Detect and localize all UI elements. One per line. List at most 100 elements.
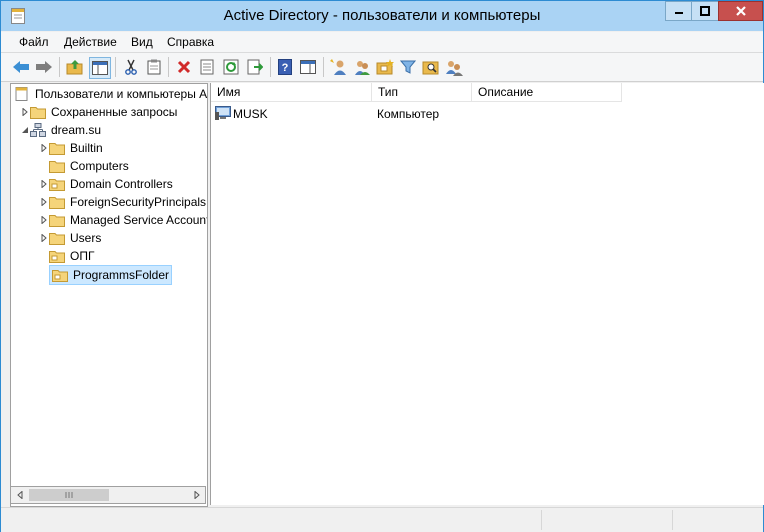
details-list[interactable]: Имя Тип Описание MUSK Компьютер (210, 83, 764, 505)
maximize-icon (700, 6, 710, 16)
scroll-right-icon (194, 491, 200, 499)
up-button[interactable] (65, 57, 85, 77)
forward-icon (36, 61, 52, 73)
copy-icon (147, 59, 161, 75)
tree-item-saved-queries[interactable]: Сохраненные запросы (20, 103, 177, 121)
tree-root[interactable]: Пользователи и компьютеры Active Directo… (14, 85, 208, 103)
tree-item-foreign-security-principals[interactable]: ForeignSecurityPrincipals (39, 193, 206, 211)
folder-icon (49, 233, 65, 245)
expand-icon[interactable] (39, 175, 49, 193)
cell-type: Компьютер (377, 107, 440, 121)
menu-action[interactable]: Действие (64, 35, 117, 49)
tree-item-domain[interactable]: dream.su (20, 121, 101, 139)
new-ou-button[interactable] (375, 57, 395, 77)
folder-icon (49, 215, 65, 227)
add-to-group-icon (446, 61, 463, 76)
show-console-tree-button[interactable] (89, 57, 111, 79)
domain-icon (30, 123, 46, 137)
list-row-musk[interactable]: MUSK Компьютер (211, 105, 764, 123)
new-user-button[interactable] (329, 57, 349, 77)
export-list-button[interactable] (245, 57, 265, 77)
status-pane-2 (672, 510, 763, 530)
cell-name: MUSK (233, 107, 268, 121)
menu-file[interactable]: Файл (19, 35, 49, 49)
column-header-description[interactable]: Описание (472, 83, 622, 102)
new-user-icon (330, 59, 346, 75)
scroll-thumb[interactable] (29, 489, 109, 501)
maximize-button[interactable] (691, 1, 719, 21)
folder-icon (49, 143, 65, 155)
tree-item-opg[interactable]: ОПГ (39, 247, 94, 265)
cut-button[interactable] (121, 57, 141, 77)
add-to-group-button[interactable] (444, 57, 464, 77)
up-folder-icon (66, 60, 83, 75)
back-icon (13, 61, 29, 73)
tree-item-managed-service-accounts[interactable]: Managed Service Accounts (39, 211, 207, 229)
delete-button[interactable] (174, 57, 194, 77)
expand-icon[interactable] (20, 103, 30, 121)
expand-icon[interactable] (39, 229, 49, 247)
expand-icon[interactable] (39, 139, 49, 157)
status-pane-1 (541, 510, 672, 530)
menu-bar: Файл Действие Вид Справка (1, 32, 763, 53)
computer-icon (215, 106, 231, 120)
properties-button[interactable] (197, 57, 217, 77)
help-button[interactable]: ? (275, 57, 295, 77)
tree-item-computers[interactable]: Computers (39, 157, 129, 175)
column-header-name[interactable]: Имя (211, 83, 372, 102)
new-ou-icon (376, 59, 394, 75)
tree-root-label: Пользователи и компьютеры Active Directo… (35, 87, 208, 101)
tree-horizontal-scrollbar[interactable] (10, 486, 206, 504)
scroll-right-button[interactable] (188, 487, 205, 503)
close-button[interactable] (718, 1, 763, 21)
folder-icon (49, 197, 65, 209)
minimize-icon (674, 12, 683, 14)
copy-button[interactable] (144, 57, 164, 77)
column-header-type[interactable]: Тип (372, 83, 472, 102)
scroll-left-icon (16, 491, 22, 499)
minimize-button[interactable] (665, 1, 692, 21)
console-tree[interactable]: Пользователи и компьютеры Active Directo… (10, 83, 208, 507)
expand-icon[interactable] (39, 193, 49, 211)
back-button[interactable] (11, 57, 31, 77)
tree-item-programms-folder[interactable]: ProgrammsFolder (49, 265, 173, 285)
window-title: Active Directory - пользователи и компью… (223, 7, 541, 24)
scroll-left-button[interactable] (11, 487, 28, 503)
new-group-icon (355, 61, 370, 75)
close-icon (735, 6, 746, 16)
ou-folder-icon (49, 179, 65, 191)
ou-folder-icon (52, 270, 68, 282)
toolbar: ? (1, 53, 763, 82)
ou-folder-icon (49, 251, 65, 263)
filter-icon (400, 60, 416, 74)
expand-icon[interactable] (39, 211, 49, 229)
filter-button[interactable] (398, 57, 418, 77)
properties-icon (200, 59, 214, 75)
show-console-tree-icon (92, 61, 108, 75)
tree-item-builtin[interactable]: Builtin (39, 139, 103, 157)
find-button[interactable] (421, 57, 441, 77)
svg-text:?: ? (282, 62, 289, 74)
export-list-icon (247, 59, 263, 75)
app-window: Active Directory - пользователи и компью… (0, 0, 764, 532)
refresh-icon (223, 59, 239, 75)
forward-button[interactable] (34, 57, 54, 77)
collapse-icon[interactable] (20, 121, 30, 139)
find-icon (422, 61, 439, 75)
folder-icon (49, 161, 65, 173)
tree-item-users[interactable]: Users (39, 229, 101, 247)
folder-icon (30, 107, 46, 119)
title-bar[interactable]: Active Directory - пользователи и компью… (1, 1, 763, 31)
menu-view[interactable]: Вид (131, 35, 153, 49)
show-action-pane-button[interactable] (298, 57, 318, 77)
show-action-pane-icon (300, 60, 316, 74)
cut-icon (125, 59, 137, 75)
menu-help[interactable]: Справка (167, 35, 214, 49)
refresh-button[interactable] (221, 57, 241, 77)
status-bar (1, 507, 763, 532)
delete-icon (177, 60, 191, 74)
tree-item-domain-controllers[interactable]: Domain Controllers (39, 175, 173, 193)
help-icon: ? (278, 59, 292, 75)
grip-icon (65, 492, 73, 498)
new-group-button[interactable] (352, 57, 372, 77)
